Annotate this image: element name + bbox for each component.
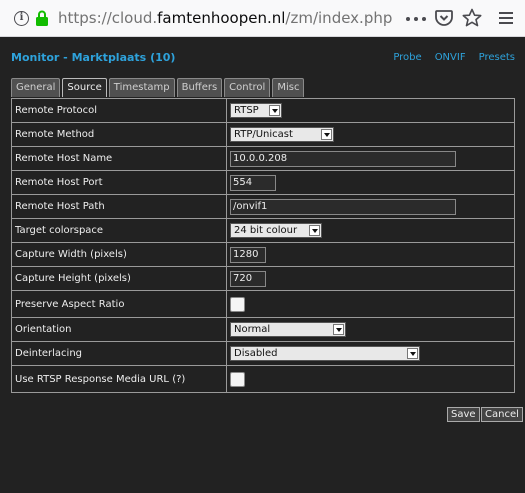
table-row: Capture Width (pixels) 1280 — [11, 242, 515, 267]
remote-host-port-input[interactable]: 554 — [230, 174, 276, 191]
page-actions-icon[interactable] — [406, 17, 426, 21]
table-row: Deinterlacing Disabled — [11, 341, 515, 366]
url-path: /zm/index.php — [285, 9, 393, 27]
lock-icon[interactable] — [35, 10, 49, 26]
url-host: famtenhoopen.nl — [157, 9, 286, 27]
capture-width-input[interactable]: 1280 — [230, 246, 266, 263]
target-colorspace-value: 24 bit colour — [234, 225, 298, 236]
rtsp-media-url-checkbox[interactable] — [230, 371, 245, 387]
info-icon[interactable]: i — [14, 11, 29, 26]
table-row: Preserve Aspect Ratio — [11, 290, 515, 318]
chevron-down-icon — [309, 225, 320, 236]
orientation-label: Orientation — [11, 317, 227, 342]
table-row: Remote Protocol RTSP — [11, 98, 515, 123]
remote-host-name-label: Remote Host Name — [11, 146, 227, 171]
remote-host-path-input[interactable]: /onvif1 — [230, 198, 456, 215]
deinterlacing-value: Disabled — [234, 348, 278, 359]
chevron-down-icon — [321, 129, 332, 140]
tab-timestamp[interactable]: Timestamp — [108, 78, 175, 97]
remote-method-label: Remote Method — [11, 122, 227, 147]
remote-method-select[interactable]: RTP/Unicast — [230, 127, 334, 142]
table-row: Capture Height (pixels) 720 — [11, 266, 515, 291]
table-row: Orientation Normal — [11, 317, 515, 342]
remote-host-name-input[interactable]: 10.0.0.208 — [230, 150, 456, 167]
target-colorspace-label: Target colorspace — [11, 218, 227, 243]
header-links: Probe ONVIF Presets — [380, 52, 515, 63]
table-row: Remote Host Port 554 — [11, 170, 515, 195]
orientation-select[interactable]: Normal — [230, 322, 346, 337]
save-button[interactable]: Save — [447, 407, 480, 422]
deinterlacing-label: Deinterlacing — [11, 341, 227, 366]
address-field[interactable]: https://cloud.famtenhoopen.nl/zm/index.p… — [58, 9, 392, 27]
remote-protocol-label: Remote Protocol — [11, 98, 227, 123]
capture-height-label: Capture Height (pixels) — [11, 266, 227, 291]
capture-width-label: Capture Width (pixels) — [11, 242, 227, 267]
chevron-down-icon — [333, 324, 344, 335]
tab-general[interactable]: General — [11, 78, 61, 97]
table-row: Remote Host Name 10.0.0.208 — [11, 146, 515, 171]
orientation-value: Normal — [234, 324, 271, 335]
rtsp-media-url-label: Use RTSP Response Media URL — [15, 373, 170, 385]
table-row: Target colorspace 24 bit colour — [11, 218, 515, 243]
deinterlacing-select[interactable]: Disabled — [230, 346, 420, 361]
tab-misc[interactable]: Misc — [272, 78, 305, 97]
pocket-icon[interactable] — [435, 9, 453, 27]
presets-link[interactable]: Presets — [479, 52, 515, 63]
preserve-aspect-checkbox[interactable] — [230, 296, 245, 312]
rtsp-media-url-help-link[interactable]: (?) — [172, 374, 185, 385]
remote-protocol-value: RTSP — [234, 105, 259, 116]
remote-host-path-label: Remote Host Path — [11, 194, 227, 219]
bookmark-star-icon[interactable] — [462, 8, 482, 28]
tab-buffers[interactable]: Buffers — [176, 78, 223, 97]
tab-control[interactable]: Control — [224, 78, 271, 97]
remote-host-port-label: Remote Host Port — [11, 170, 227, 195]
url-prefix: https://cloud. — [58, 9, 158, 27]
page-title: Monitor - Marktplaats (10) — [11, 51, 176, 64]
probe-link[interactable]: Probe — [393, 52, 421, 63]
chevron-down-icon — [269, 105, 280, 116]
hamburger-menu-icon[interactable] — [499, 11, 513, 25]
rtsp-media-url-label-cell: Use RTSP Response Media URL (?) — [11, 365, 227, 393]
remote-method-value: RTP/Unicast — [234, 129, 293, 140]
tab-source[interactable]: Source — [62, 78, 107, 97]
capture-height-input[interactable]: 720 — [230, 270, 266, 287]
table-row: Use RTSP Response Media URL (?) — [11, 365, 515, 393]
preserve-aspect-label: Preserve Aspect Ratio — [11, 290, 227, 318]
cancel-button[interactable]: Cancel — [481, 407, 523, 422]
table-row: Remote Host Path /onvif1 — [11, 194, 515, 219]
chevron-down-icon — [407, 348, 418, 359]
source-settings-table: Remote Protocol RTSP Remote Method RTP/U… — [11, 98, 515, 393]
onvif-link[interactable]: ONVIF — [435, 52, 466, 63]
table-row: Remote Method RTP/Unicast — [11, 122, 515, 147]
remote-protocol-select[interactable]: RTSP — [230, 103, 282, 118]
target-colorspace-select[interactable]: 24 bit colour — [230, 223, 322, 238]
browser-url-bar: i https://cloud.famtenhoopen.nl/zm/index… — [0, 0, 525, 37]
tab-bar: General Source Timestamp Buffers Control… — [11, 78, 305, 97]
